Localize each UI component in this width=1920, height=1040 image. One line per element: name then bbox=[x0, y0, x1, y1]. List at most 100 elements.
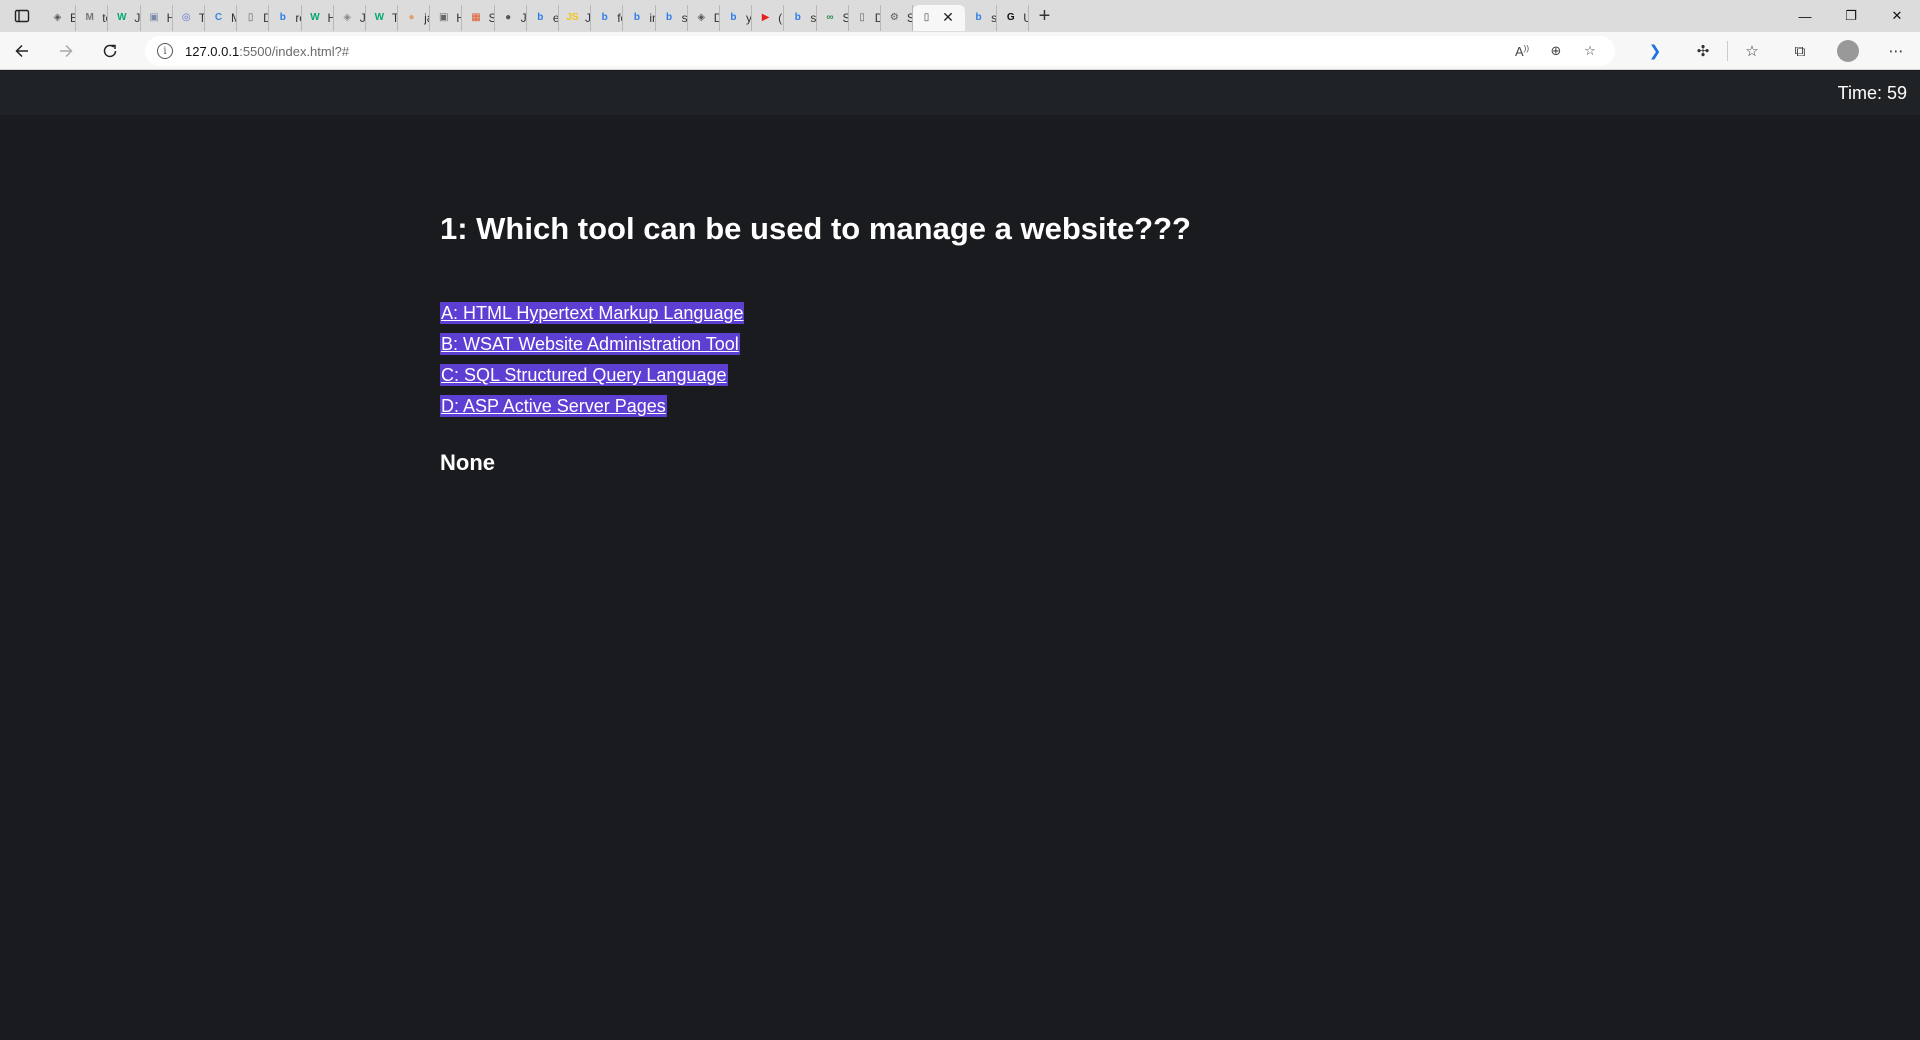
tab-label: Sig bbox=[488, 11, 493, 25]
url-path: :5500/index.html?# bbox=[239, 43, 350, 59]
globe-icon: ◈ bbox=[697, 12, 706, 23]
browser-tab[interactable]: Mtext bbox=[76, 4, 109, 31]
browser-tab[interactable]: b scri bbox=[965, 4, 998, 31]
browser-tab[interactable]: ● java bbox=[398, 4, 431, 31]
tab-label: sele bbox=[810, 11, 815, 25]
browser-tab[interactable]: ▣ HTI bbox=[430, 4, 463, 31]
bing-icon: b bbox=[666, 12, 673, 23]
image-icon: ▣ bbox=[149, 12, 159, 23]
tab-label: Java bbox=[360, 11, 365, 25]
page-icon: ▯ bbox=[859, 12, 865, 23]
browser-tab-active[interactable]: ▯ ✕ bbox=[913, 4, 966, 31]
globe-icon: ◈ bbox=[343, 12, 352, 23]
gh-icon: ● bbox=[505, 12, 512, 23]
grid-icon: ▦ bbox=[471, 12, 481, 23]
answer-list: A: HTML Hypertext Markup Language B: WSA… bbox=[440, 302, 745, 426]
tab-label: yot bbox=[746, 11, 751, 25]
browser-tab[interactable]: ◈ Java bbox=[334, 4, 366, 31]
browser-tab[interactable]: b eve bbox=[527, 4, 559, 31]
back-button[interactable] bbox=[0, 32, 44, 70]
extensions-icon[interactable]: ✣ bbox=[1679, 32, 1727, 70]
tab-label: Tick bbox=[199, 11, 204, 25]
question-title: 1: Which tool can be used to manage a we… bbox=[440, 211, 1191, 246]
tab-label: forr bbox=[617, 10, 622, 25]
w3-icon: W bbox=[117, 12, 127, 23]
browser-tab[interactable]: W Java bbox=[108, 4, 141, 31]
favorite-star-icon[interactable]: ☆ bbox=[1573, 43, 1607, 59]
favorites-icon[interactable]: ☆ bbox=[1728, 32, 1776, 70]
browser-tab[interactable]: ◈ Dat bbox=[688, 4, 720, 31]
url-text: 127.0.0.1:5500/index.html?# bbox=[185, 44, 349, 59]
reload-button[interactable] bbox=[88, 32, 132, 70]
close-window-button[interactable]: ✕ bbox=[1874, 0, 1920, 32]
g-icon: G bbox=[1006, 12, 1015, 23]
browser-tab[interactable]: ▯ Doc bbox=[237, 4, 270, 31]
answer-option-b[interactable]: B: WSAT Website Administration Tool bbox=[440, 333, 740, 355]
tab-label: Boc bbox=[70, 11, 75, 25]
copilot-icon[interactable]: ❯ bbox=[1631, 32, 1679, 70]
window-controls: — ❐ ✕ bbox=[1782, 0, 1920, 32]
browser-tab[interactable]: ⚙ Set bbox=[881, 4, 914, 31]
url-host: 127.0.0.1 bbox=[185, 43, 240, 59]
tab-label: text bbox=[102, 10, 107, 25]
browser-tab[interactable]: ◎ Tick bbox=[173, 4, 205, 31]
minimize-button[interactable]: — bbox=[1782, 0, 1828, 32]
w3-icon: W bbox=[310, 12, 320, 23]
tab-label: Unt bbox=[1023, 11, 1028, 25]
back-arrow-icon bbox=[15, 44, 28, 57]
browser-tab[interactable]: ▦ Sig bbox=[462, 4, 495, 31]
avatar bbox=[1837, 40, 1859, 62]
tab-label: inse bbox=[649, 10, 654, 25]
tab-list: ◈BocMtextWJava▣Hov◎TickCMic▯DocbremWHTI◈… bbox=[44, 0, 1059, 32]
answer-option-c[interactable]: C: SQL Structured Query Language bbox=[440, 364, 728, 386]
new-tab-button[interactable]: + bbox=[1029, 0, 1059, 32]
browser-toolbar: i 127.0.0.1:5500/index.html?# A)) ⊕ ☆ ❯ … bbox=[0, 32, 1920, 70]
more-menu-icon[interactable]: ⋯ bbox=[1872, 32, 1920, 70]
globe-icon: ◈ bbox=[53, 12, 62, 23]
zoom-icon[interactable]: ⊕ bbox=[1539, 43, 1573, 59]
tab-actions-button[interactable] bbox=[0, 0, 44, 32]
site-info-icon[interactable]: i bbox=[157, 43, 173, 59]
tab-label: eve bbox=[553, 11, 558, 25]
collections-icon[interactable]: ⧉ bbox=[1776, 32, 1824, 70]
browser-tab[interactable]: C Mic bbox=[205, 4, 238, 31]
w3-icon: W bbox=[374, 12, 385, 23]
answer-option-a[interactable]: A: HTML Hypertext Markup Language bbox=[440, 302, 745, 324]
address-bar[interactable]: i 127.0.0.1:5500/index.html?# A)) ⊕ ☆ bbox=[145, 36, 1615, 66]
browser-tab[interactable]: ◈ Boc bbox=[44, 4, 77, 31]
browser-tab[interactable]: b sele bbox=[784, 4, 817, 31]
browser-tab[interactable]: ▶ (10 bbox=[752, 4, 785, 31]
browser-tab[interactable]: b inse bbox=[623, 4, 656, 31]
m-icon: M bbox=[85, 12, 94, 23]
timer: Time: 59 bbox=[1837, 83, 1907, 103]
browser-tab[interactable]: ● Java bbox=[495, 4, 527, 31]
forward-button[interactable] bbox=[44, 32, 88, 70]
page-icon: ▯ bbox=[247, 12, 254, 23]
profile-button[interactable] bbox=[1824, 32, 1872, 70]
tab-label: scri bbox=[991, 11, 996, 25]
tab-label: Java bbox=[134, 11, 139, 25]
browser-tab[interactable]: b rem bbox=[269, 4, 302, 31]
browser-tab[interactable]: W Try bbox=[366, 4, 399, 31]
restore-button[interactable]: ❐ bbox=[1828, 0, 1874, 32]
browser-tab[interactable]: ∞ Sele bbox=[817, 4, 849, 31]
bing-icon: b bbox=[730, 12, 737, 23]
browser-tab[interactable]: b yot bbox=[720, 4, 753, 31]
tab-label: Java bbox=[585, 11, 590, 25]
tab-strip: ◈BocMtextWJava▣Hov◎TickCMic▯DocbremWHTI◈… bbox=[0, 0, 1920, 32]
browser-tab[interactable]: ▣ Hov bbox=[141, 4, 173, 31]
bing-icon: b bbox=[975, 12, 982, 23]
c-icon: C bbox=[214, 12, 223, 23]
browser-tab[interactable]: b forr bbox=[591, 4, 624, 31]
browser-tab[interactable]: W HTI bbox=[302, 4, 334, 31]
tab-label: java bbox=[424, 10, 429, 25]
read-aloud-icon[interactable]: A)) bbox=[1505, 44, 1539, 59]
browser-tab[interactable]: ▯ Doc bbox=[849, 4, 881, 31]
answer-option-d[interactable]: D: ASP Active Server Pages bbox=[440, 395, 667, 417]
close-tab-icon[interactable]: ✕ bbox=[942, 9, 954, 26]
toolbar-right: ❯ ✣ ☆ ⧉ ⋯ bbox=[1631, 32, 1920, 70]
browser-tab[interactable]: b sele bbox=[656, 4, 688, 31]
browser-tab[interactable]: JS Java bbox=[559, 4, 592, 31]
page-icon: ▯ bbox=[923, 12, 930, 23]
browser-tab[interactable]: G Unt bbox=[997, 4, 1030, 31]
